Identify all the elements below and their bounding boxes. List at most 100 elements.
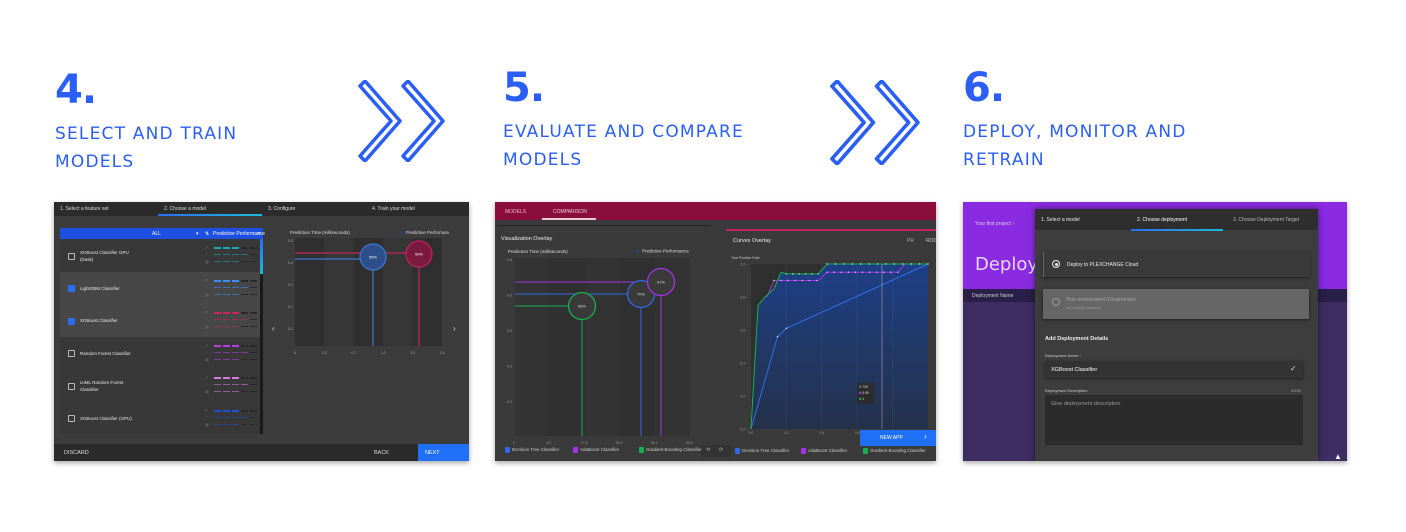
deployment-name-input[interactable]: XGBoost Classifier ✓ xyxy=(1045,361,1303,378)
tab-comparison[interactable]: COMPARISON xyxy=(553,209,587,215)
curve-point xyxy=(893,263,896,265)
filter-bar: ALL ▾ ⇅ Predictive Performance ▾ xyxy=(60,228,265,239)
tab-feature-set[interactable]: 1. Select a feature set xyxy=(60,206,109,212)
metric-segment xyxy=(223,254,230,255)
bubble-label: 86% xyxy=(578,304,586,309)
metric-segment xyxy=(223,280,230,282)
deployment-name-value: XGBoost Classifier xyxy=(1051,367,1098,373)
curve-point xyxy=(876,263,879,265)
active-tab-indicator xyxy=(158,214,262,216)
metric-segment xyxy=(223,312,230,314)
radio-unselected-icon[interactable] xyxy=(1052,298,1060,306)
y-tick-label: 0.0 – xyxy=(740,428,748,432)
chevron-right-icon[interactable]: › xyxy=(453,324,456,333)
breadcrumb-project[interactable]: Your first project xyxy=(975,221,1011,227)
breadcrumb[interactable]: Your first project › xyxy=(975,221,1014,227)
back-button[interactable]: BACK xyxy=(374,450,389,456)
new-app-button[interactable]: NEW APP › xyxy=(860,430,936,446)
redo-icon[interactable]: ⟳ xyxy=(719,447,723,453)
resource-icon: ▦ xyxy=(205,324,209,329)
undo-redo-group: ⟲ ⟳ xyxy=(701,445,731,457)
checkbox[interactable] xyxy=(68,252,75,260)
model-name: XGBoost Classifier xyxy=(80,318,118,323)
performance-icon: ⟋ xyxy=(205,343,208,348)
checkbox-checked[interactable] xyxy=(68,317,75,325)
deployment-description-input[interactable]: Give deployment description xyxy=(1045,395,1303,445)
metric-segment xyxy=(250,247,257,249)
metric-segment xyxy=(250,359,257,360)
metric-segment xyxy=(241,424,248,425)
option-on-premise[interactable]: Your environment (On-premise) Not curren… xyxy=(1043,289,1309,319)
stepper-progress xyxy=(1131,229,1223,231)
model-list-item[interactable]: Random Forest Classifier ⟋ ⟋ ▦ xyxy=(60,337,260,369)
chevron-left-icon[interactable]: ‹ xyxy=(272,324,275,333)
option-cloud[interactable]: Deploy to PLEXCHANGE Cloud xyxy=(1043,252,1310,277)
legend-item[interactable]: AdaBoost Classifier xyxy=(573,447,619,453)
curve-point xyxy=(843,263,845,265)
checkbox[interactable] xyxy=(68,350,75,357)
metric-segment xyxy=(214,417,221,418)
metric-segment xyxy=(250,280,257,282)
metric-segment xyxy=(241,326,248,327)
radio-selected-icon[interactable] xyxy=(1052,260,1060,268)
model-list-item[interactable]: cuML Random Forest Classifier ⟋ ⟋ ▦ xyxy=(60,369,260,402)
tab-configure[interactable]: 3. Configure xyxy=(268,206,295,212)
tab-choose-model[interactable]: 2. Choose a model xyxy=(164,206,206,212)
legend-item[interactable]: Decision Tree Classifier xyxy=(735,448,789,454)
metric-segment xyxy=(241,410,248,412)
model-list-item[interactable]: XGBoost Classifier ⟋ ⟋ ▦ xyxy=(60,304,260,337)
model-list-item[interactable]: XGBoost Classifier (GPU) ⟋ ⟋ ▦ xyxy=(60,402,260,434)
tab-pr[interactable]: PR xyxy=(907,238,914,244)
metric-segment xyxy=(223,384,230,385)
viz-overlay-title: Visualization Overlay xyxy=(501,236,553,242)
tab-deployment-target[interactable]: 3. Choose Deployment Target xyxy=(1233,217,1299,223)
step-title-line: EVALUATE AND COMPARE xyxy=(503,122,744,142)
tab-roc[interactable]: ROC xyxy=(926,238,936,244)
performance-icon: ⟋ xyxy=(205,252,208,257)
curve-point xyxy=(798,273,800,275)
metric-segment xyxy=(223,377,230,379)
tab-models[interactable]: MODELS xyxy=(505,209,526,215)
resource-icon: ▦ xyxy=(205,259,209,264)
chevron-down-icon: ▾ xyxy=(258,231,261,237)
checkbox-checked[interactable] xyxy=(68,285,75,292)
curve-point xyxy=(860,263,862,265)
discard-button[interactable]: DISCARD xyxy=(64,450,89,456)
metric-segment xyxy=(214,280,221,282)
tab-train[interactable]: 4. Train your model xyxy=(372,206,415,212)
x-tick-label: 26.2 xyxy=(616,441,623,444)
x-tick-label: 0.2 xyxy=(784,431,789,435)
undo-icon[interactable]: ⟲ xyxy=(706,447,710,453)
x-tick-label: 1.6 xyxy=(440,351,445,355)
legend-item[interactable]: Gradient Boosting Classifier xyxy=(863,448,926,454)
metric-segment xyxy=(241,377,248,379)
legend-item[interactable]: Decision Tree Classifier xyxy=(505,447,559,453)
curve-point xyxy=(785,327,788,330)
curve-point xyxy=(811,273,813,275)
filter-all-select[interactable]: ALL xyxy=(152,231,161,237)
curve-point xyxy=(890,271,892,273)
chart-band xyxy=(585,258,620,436)
curve-point xyxy=(854,271,857,273)
metric-segment xyxy=(232,391,239,392)
y-tick-label: 1.0 – xyxy=(740,263,748,267)
tab-select-model[interactable]: 1. Select a model xyxy=(1041,217,1080,223)
model-list-item[interactable]: XGBoost Classifier GPU (Dask) ⟋ ⟋ ▦ xyxy=(60,239,260,272)
legend-item[interactable]: AdaBoost Classifier xyxy=(801,448,847,454)
model-list-item[interactable]: LightGBM Classifier ⟋ ⟋ ▦ xyxy=(60,272,260,304)
tab-choose-deployment[interactable]: 2. Choose deployment xyxy=(1137,217,1187,223)
checkbox[interactable] xyxy=(68,382,75,390)
curve-point xyxy=(826,263,828,265)
legend-item[interactable]: Gradient Boosting Classifier xyxy=(639,447,702,453)
option-cloud-label: Deploy to PLEXCHANGE Cloud xyxy=(1067,262,1139,268)
y-tick-label: 0.1 xyxy=(288,305,293,309)
metric-segment xyxy=(241,319,248,320)
legend-swatch xyxy=(505,447,510,453)
y-axis-label: Prediction Time (milliseconds) xyxy=(508,249,568,254)
column-header-deployment-name[interactable]: Deployment Name xyxy=(972,293,1013,299)
next-button[interactable]: NEXT xyxy=(418,444,469,461)
scrollbar-thumb[interactable] xyxy=(260,239,263,274)
checkbox[interactable] xyxy=(68,415,75,422)
performance-icon: ⟋ xyxy=(205,382,208,387)
metric-segment xyxy=(250,384,257,385)
